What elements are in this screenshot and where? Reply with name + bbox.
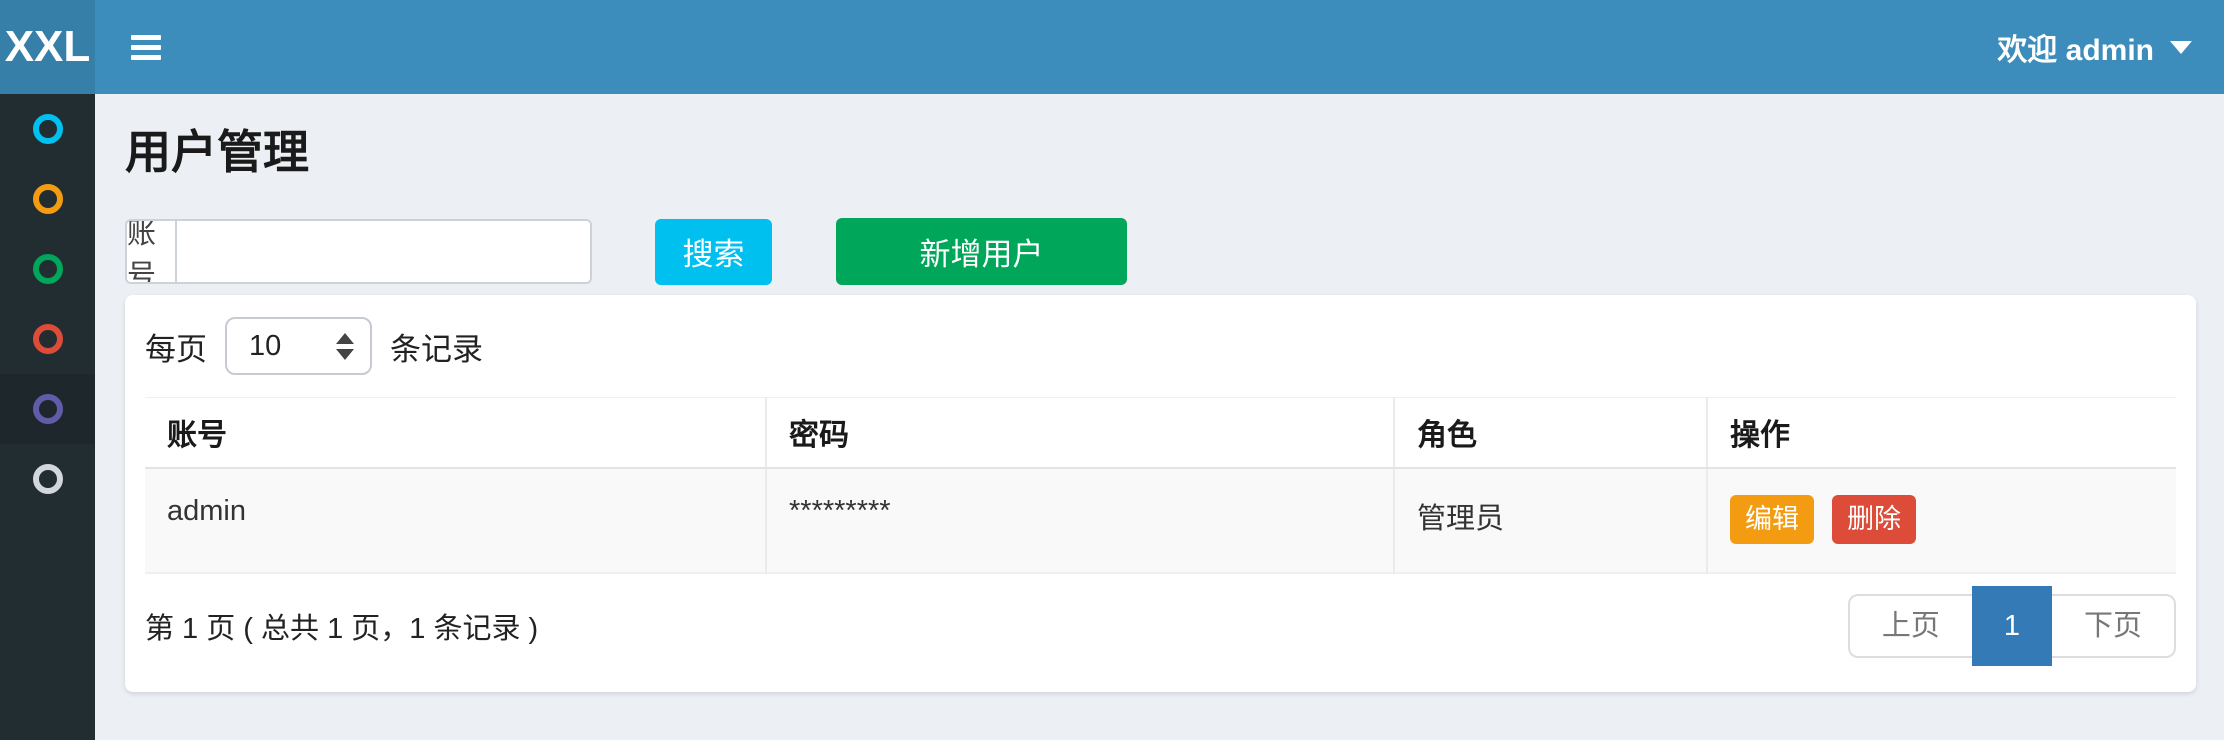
account-search-input[interactable] <box>177 221 590 282</box>
table-panel: 每页 10 条记录 账号 密码 角色 操作 <box>125 295 2196 692</box>
sidebar-item-2[interactable] <box>0 164 95 234</box>
circle-outline-icon <box>33 184 63 214</box>
search-toolbar: 账号 搜索 新增用户 <box>125 218 2196 285</box>
pagination: 上页 1 下页 <box>1848 594 2176 658</box>
navbar-main: 欢迎 admin <box>95 0 2224 94</box>
delete-button[interactable]: 删除 <box>1832 495 1916 545</box>
sidebar-item-1[interactable] <box>0 94 95 164</box>
column-header-actions: 操作 <box>1707 398 2176 468</box>
table-row: admin ********* 管理员 编辑 删除 <box>145 468 2176 573</box>
pagination-prev-button[interactable]: 上页 <box>1848 594 1972 658</box>
column-header-account: 账号 <box>145 398 766 468</box>
cell-password: ********* <box>766 468 1394 573</box>
table-footer: 第 1 页 ( 总共 1 页，1 条记录 ) 上页 1 下页 <box>145 594 2176 658</box>
column-header-role: 角色 <box>1394 398 1707 468</box>
cell-actions: 编辑 删除 <box>1707 468 2176 573</box>
sidebar-item-5-active[interactable] <box>0 374 95 444</box>
hamburger-bar <box>131 55 161 60</box>
top-navbar: XXL 欢迎 admin <box>0 0 2224 94</box>
table-header-row: 账号 密码 角色 操作 <box>145 398 2176 468</box>
pagination-next-button[interactable]: 下页 <box>2052 594 2176 658</box>
hamburger-bar <box>131 35 161 40</box>
per-page-suffix-label: 条记录 <box>390 324 483 369</box>
user-dropdown[interactable]: 欢迎 admin <box>1997 25 2192 69</box>
cell-role: 管理员 <box>1394 468 1707 573</box>
circle-outline-icon <box>33 394 63 424</box>
cell-account: admin <box>145 468 766 573</box>
sidebar-item-4[interactable] <box>0 304 95 374</box>
caret-down-icon <box>2170 41 2192 54</box>
circle-outline-icon <box>33 114 63 144</box>
main-content: 用户管理 账号 搜索 新增用户 每页 10 条记录 <box>95 94 2224 740</box>
app-logo[interactable]: XXL <box>0 0 95 94</box>
account-field-label: 账号 <box>127 221 177 282</box>
page-title: 用户管理 <box>125 116 2196 182</box>
sidebar-nav <box>0 94 95 740</box>
per-page-prefix-label: 每页 <box>145 324 207 369</box>
pagination-summary: 第 1 页 ( 总共 1 页，1 条记录 ) <box>145 605 538 647</box>
sidebar-item-6[interactable] <box>0 444 95 514</box>
pagination-current-page[interactable]: 1 <box>1972 586 2052 666</box>
per-page-control: 每页 10 条记录 <box>145 317 2176 375</box>
circle-outline-icon <box>33 254 63 284</box>
per-page-select[interactable]: 10 <box>225 317 372 375</box>
account-input-group: 账号 <box>125 219 592 284</box>
welcome-label: 欢迎 admin <box>1997 25 2154 69</box>
hamburger-bar <box>131 45 161 50</box>
column-header-password: 密码 <box>766 398 1394 468</box>
add-user-button[interactable]: 新增用户 <box>836 218 1127 285</box>
per-page-value: 10 <box>249 330 281 363</box>
circle-outline-icon <box>33 464 63 494</box>
search-button[interactable]: 搜索 <box>655 219 772 285</box>
edit-button[interactable]: 编辑 <box>1730 495 1814 545</box>
circle-outline-icon <box>33 324 63 354</box>
sidebar-item-3[interactable] <box>0 234 95 304</box>
up-down-arrows-icon <box>336 333 354 360</box>
hamburger-menu-icon[interactable] <box>121 20 171 75</box>
users-table: 账号 密码 角色 操作 admin ********* 管理员 编辑 删除 <box>145 397 2176 574</box>
